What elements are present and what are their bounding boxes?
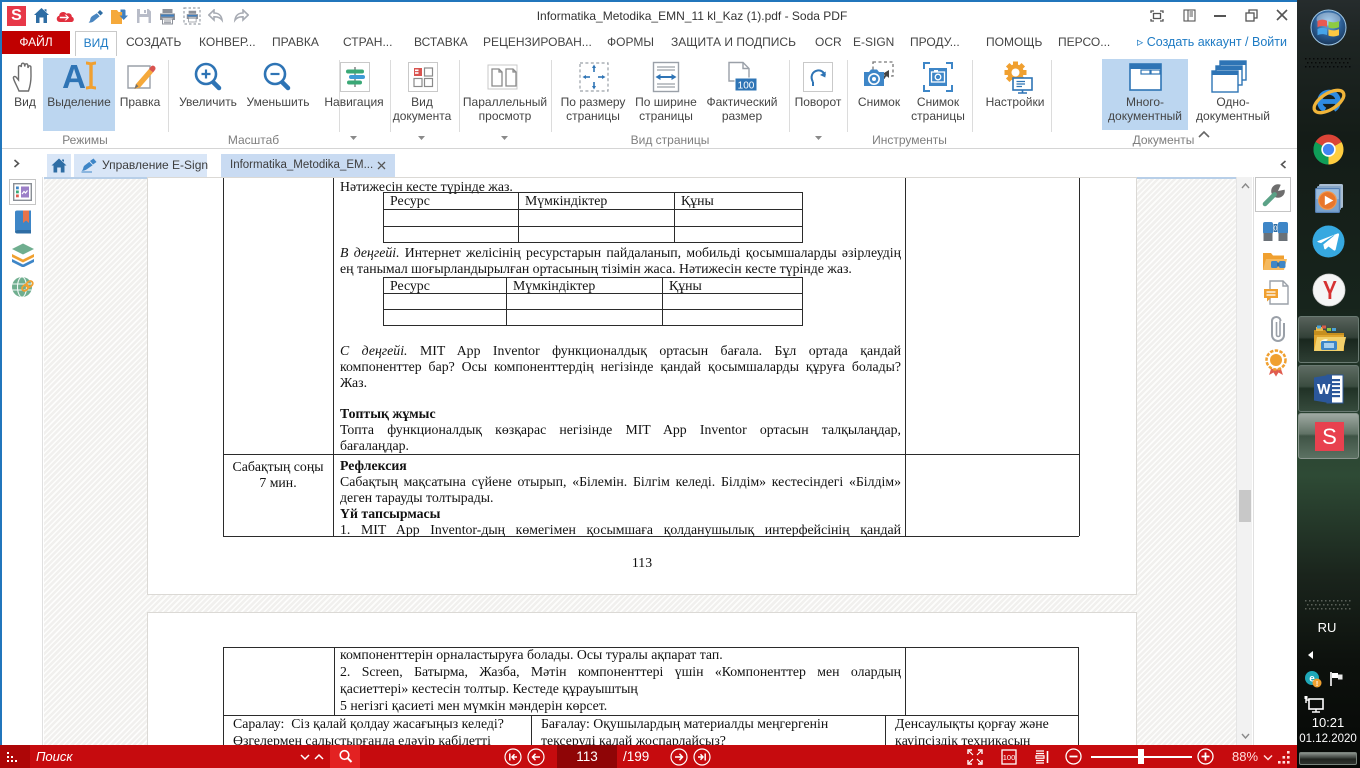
svg-text:100: 100: [1003, 753, 1016, 762]
svg-text:!: !: [1316, 681, 1318, 688]
svg-text:0: 0: [1274, 226, 1278, 233]
svg-text:100: 100: [738, 81, 755, 92]
